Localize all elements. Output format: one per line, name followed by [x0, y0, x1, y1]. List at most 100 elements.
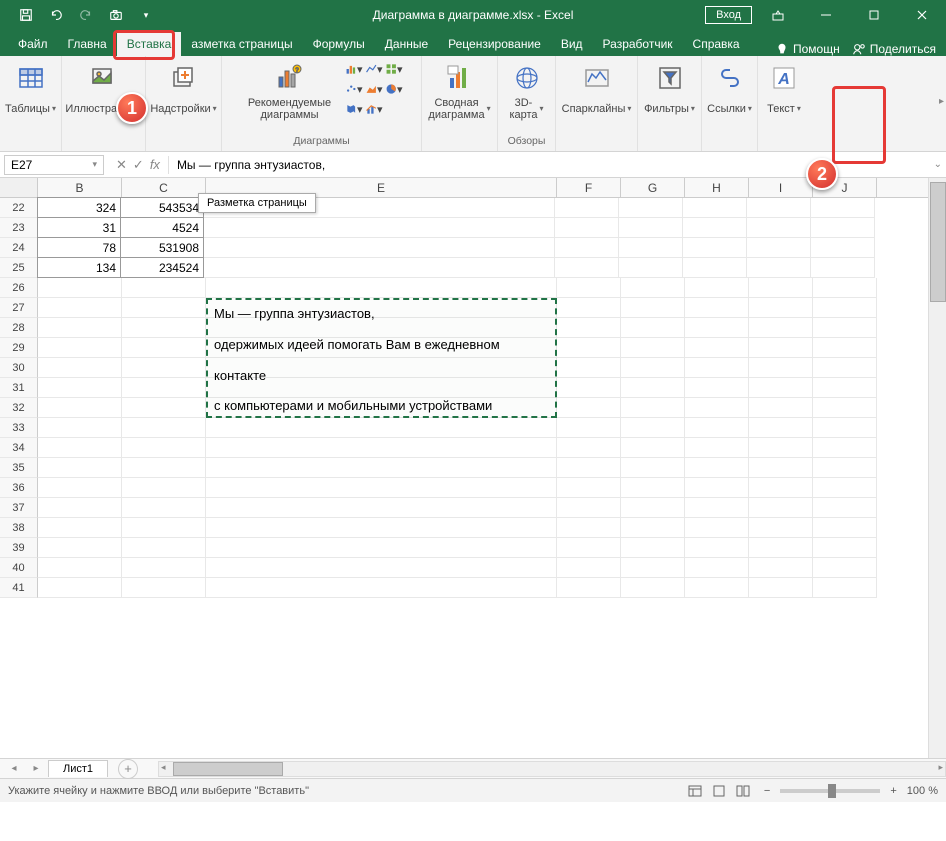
cell[interactable] — [122, 578, 206, 598]
cell[interactable]: 531908 — [120, 237, 204, 258]
cell[interactable] — [747, 198, 811, 218]
line-chart-icon[interactable]: ▾ — [365, 60, 383, 78]
cell[interactable] — [621, 278, 685, 298]
sheet-nav-prev-icon[interactable]: ◂ — [4, 760, 24, 778]
cell[interactable] — [557, 338, 621, 358]
cell[interactable] — [206, 318, 557, 338]
cell[interactable] — [813, 338, 877, 358]
cell[interactable] — [621, 538, 685, 558]
cell[interactable] — [749, 538, 813, 558]
cell[interactable] — [206, 478, 557, 498]
cell[interactable] — [122, 538, 206, 558]
tab-data[interactable]: Данные — [375, 32, 438, 56]
cell[interactable] — [685, 398, 749, 418]
cell[interactable] — [206, 398, 557, 418]
cell[interactable] — [206, 298, 557, 318]
addins-button[interactable]: Надстройки▾ — [146, 60, 220, 124]
close-icon[interactable] — [900, 0, 944, 30]
cell[interactable] — [621, 478, 685, 498]
cell[interactable] — [38, 398, 122, 418]
cell[interactable] — [685, 318, 749, 338]
cell[interactable] — [206, 378, 557, 398]
area-chart-icon[interactable]: ▾ — [365, 80, 383, 98]
cell[interactable] — [621, 358, 685, 378]
cell[interactable] — [621, 558, 685, 578]
tell-me-icon[interactable]: Помощн — [775, 42, 840, 56]
add-sheet-button[interactable]: + — [118, 759, 138, 779]
cell[interactable]: 31 — [37, 217, 121, 238]
cell[interactable] — [122, 298, 206, 318]
cell[interactable] — [122, 458, 206, 478]
zoom-level[interactable]: 100 % — [907, 785, 938, 797]
cell[interactable] — [813, 538, 877, 558]
sparklines-button[interactable]: Спарклайны▾ — [558, 60, 636, 124]
cell[interactable] — [619, 258, 683, 278]
name-box[interactable]: E27▾ — [4, 155, 104, 175]
cell[interactable] — [557, 418, 621, 438]
cell[interactable] — [206, 358, 557, 378]
3d-map-button[interactable]: 3D-карта▾ — [505, 60, 547, 124]
cell[interactable] — [813, 398, 877, 418]
cell[interactable] — [557, 498, 621, 518]
cell[interactable]: 4524 — [120, 217, 204, 238]
cell[interactable] — [749, 398, 813, 418]
cell[interactable] — [122, 358, 206, 378]
row-header[interactable]: 40 — [0, 558, 38, 578]
tab-developer[interactable]: Разработчик — [593, 32, 683, 56]
cell[interactable] — [557, 578, 621, 598]
cell[interactable] — [685, 298, 749, 318]
ribbon-options-icon[interactable] — [756, 0, 800, 30]
cell[interactable] — [813, 558, 877, 578]
sheet-nav-next-icon[interactable]: ▸ — [26, 760, 46, 778]
cell[interactable] — [749, 578, 813, 598]
sheet-tab[interactable]: Лист1 — [48, 760, 108, 777]
cell[interactable] — [749, 278, 813, 298]
row-header[interactable]: 37 — [0, 498, 38, 518]
cell[interactable] — [683, 218, 747, 238]
cell[interactable] — [206, 278, 557, 298]
expand-formula-bar-icon[interactable]: ⌄ — [934, 159, 942, 170]
combo-chart-icon[interactable]: ▾ — [365, 100, 383, 118]
cell[interactable] — [749, 478, 813, 498]
tab-home[interactable]: Главна — [58, 32, 117, 56]
cell[interactable] — [122, 338, 206, 358]
cell[interactable] — [204, 238, 555, 258]
row-header[interactable]: 35 — [0, 458, 38, 478]
row-header[interactable]: 31 — [0, 378, 38, 398]
zoom-slider[interactable] — [780, 789, 880, 793]
row-header[interactable]: 36 — [0, 478, 38, 498]
cell[interactable]: 543534 — [120, 197, 204, 218]
cell[interactable] — [555, 258, 619, 278]
cell[interactable] — [813, 378, 877, 398]
cell[interactable] — [685, 498, 749, 518]
share-button[interactable]: Поделиться — [852, 42, 936, 56]
cell[interactable] — [38, 278, 122, 298]
tab-formulas[interactable]: Формулы — [303, 32, 375, 56]
row-header[interactable]: 22 — [0, 198, 38, 218]
cell[interactable] — [621, 298, 685, 318]
cell[interactable] — [122, 398, 206, 418]
tab-insert[interactable]: Вставка — [117, 32, 182, 56]
cell[interactable] — [685, 518, 749, 538]
cell[interactable] — [557, 318, 621, 338]
camera-icon[interactable] — [105, 4, 127, 26]
cell[interactable] — [122, 278, 206, 298]
cell[interactable] — [621, 418, 685, 438]
redo-icon[interactable] — [75, 4, 97, 26]
row-header[interactable]: 34 — [0, 438, 38, 458]
cell[interactable] — [38, 498, 122, 518]
cell[interactable] — [749, 318, 813, 338]
cell[interactable] — [749, 338, 813, 358]
cell[interactable] — [685, 578, 749, 598]
cell[interactable] — [557, 298, 621, 318]
hierarchy-chart-icon[interactable]: ▾ — [385, 60, 403, 78]
cell[interactable] — [811, 238, 875, 258]
cell[interactable] — [749, 438, 813, 458]
cell[interactable] — [122, 518, 206, 538]
cell[interactable] — [685, 338, 749, 358]
cell[interactable] — [557, 478, 621, 498]
undo-icon[interactable] — [45, 4, 67, 26]
row-header[interactable]: 25 — [0, 258, 38, 278]
maps-chart-icon[interactable]: ▾ — [345, 100, 363, 118]
row-header[interactable]: 38 — [0, 518, 38, 538]
